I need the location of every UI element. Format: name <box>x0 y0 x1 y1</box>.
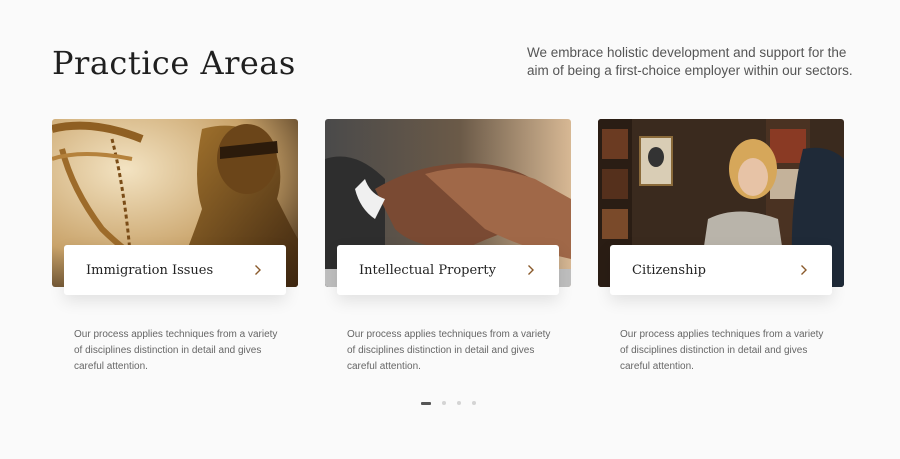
pagination-dot-3[interactable] <box>457 401 461 405</box>
chevron-right-icon[interactable] <box>525 264 537 276</box>
intro-text: We embrace holistic development and supp… <box>527 45 853 78</box>
card-description: Our process applies techniques from a va… <box>620 329 824 372</box>
card-description: Our process applies techniques from a va… <box>74 329 278 372</box>
practice-card-immigration[interactable]: Immigration Issues Our process applies t… <box>52 119 298 372</box>
pagination-dot-4[interactable] <box>472 401 476 405</box>
pagination-dot-1[interactable] <box>421 401 431 405</box>
carousel-pagination <box>421 401 476 405</box>
card-title: Citizenship <box>632 262 706 278</box>
card-label-box[interactable]: Citizenship <box>610 245 832 295</box>
practice-card-citizenship[interactable]: Citizenship Our process applies techniqu… <box>598 119 844 372</box>
practice-card-intellectual-property[interactable]: Intellectual Property Our process applie… <box>325 119 571 372</box>
card-title: Intellectual Property <box>359 262 496 278</box>
pagination-dot-2[interactable] <box>442 401 446 405</box>
card-label-box[interactable]: Immigration Issues <box>64 245 286 295</box>
card-description: Our process applies techniques from a va… <box>347 329 551 372</box>
page-title: Practice Areas <box>52 44 296 82</box>
chevron-right-icon[interactable] <box>252 264 264 276</box>
card-label-box[interactable]: Intellectual Property <box>337 245 559 295</box>
chevron-right-icon[interactable] <box>798 264 810 276</box>
card-title: Immigration Issues <box>86 262 214 278</box>
